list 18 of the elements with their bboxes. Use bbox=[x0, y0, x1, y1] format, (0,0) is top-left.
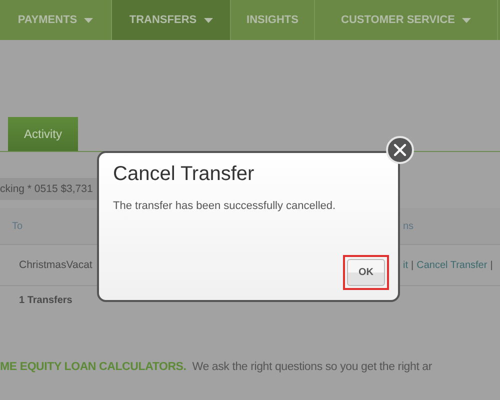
ok-button[interactable]: OK bbox=[347, 259, 385, 286]
separator-text: | bbox=[411, 260, 414, 270]
nav-item[interactable]: INSIGHTS bbox=[231, 0, 315, 40]
nav-item[interactable]: TRANSFERS bbox=[112, 0, 231, 40]
nav-item[interactable]: CUSTOMER SERVICE bbox=[315, 0, 498, 40]
column-header: ns bbox=[403, 220, 414, 232]
table-cell-text: ChristmasVacat bbox=[18, 259, 94, 271]
tab[interactable]: Activity bbox=[8, 117, 78, 151]
close-icon[interactable] bbox=[386, 136, 414, 164]
transfer-count: 1 Transfers bbox=[19, 295, 72, 306]
promo-text: ME EQUITY LOAN CALCULATORS. We ask the right questions so you get the right ar bbox=[0, 361, 434, 373]
column-header: To bbox=[11, 220, 24, 232]
action-link[interactable]: Cancel Transfer bbox=[416, 260, 488, 270]
separator-text: | bbox=[490, 260, 493, 270]
action-link[interactable]: it bbox=[403, 260, 408, 270]
dialog-message: The transfer has been successfully cancelled. bbox=[112, 199, 337, 212]
account-text: cking * 0515 $3,731 bbox=[0, 183, 93, 195]
dialog-title: Cancel Transfer bbox=[112, 162, 256, 186]
